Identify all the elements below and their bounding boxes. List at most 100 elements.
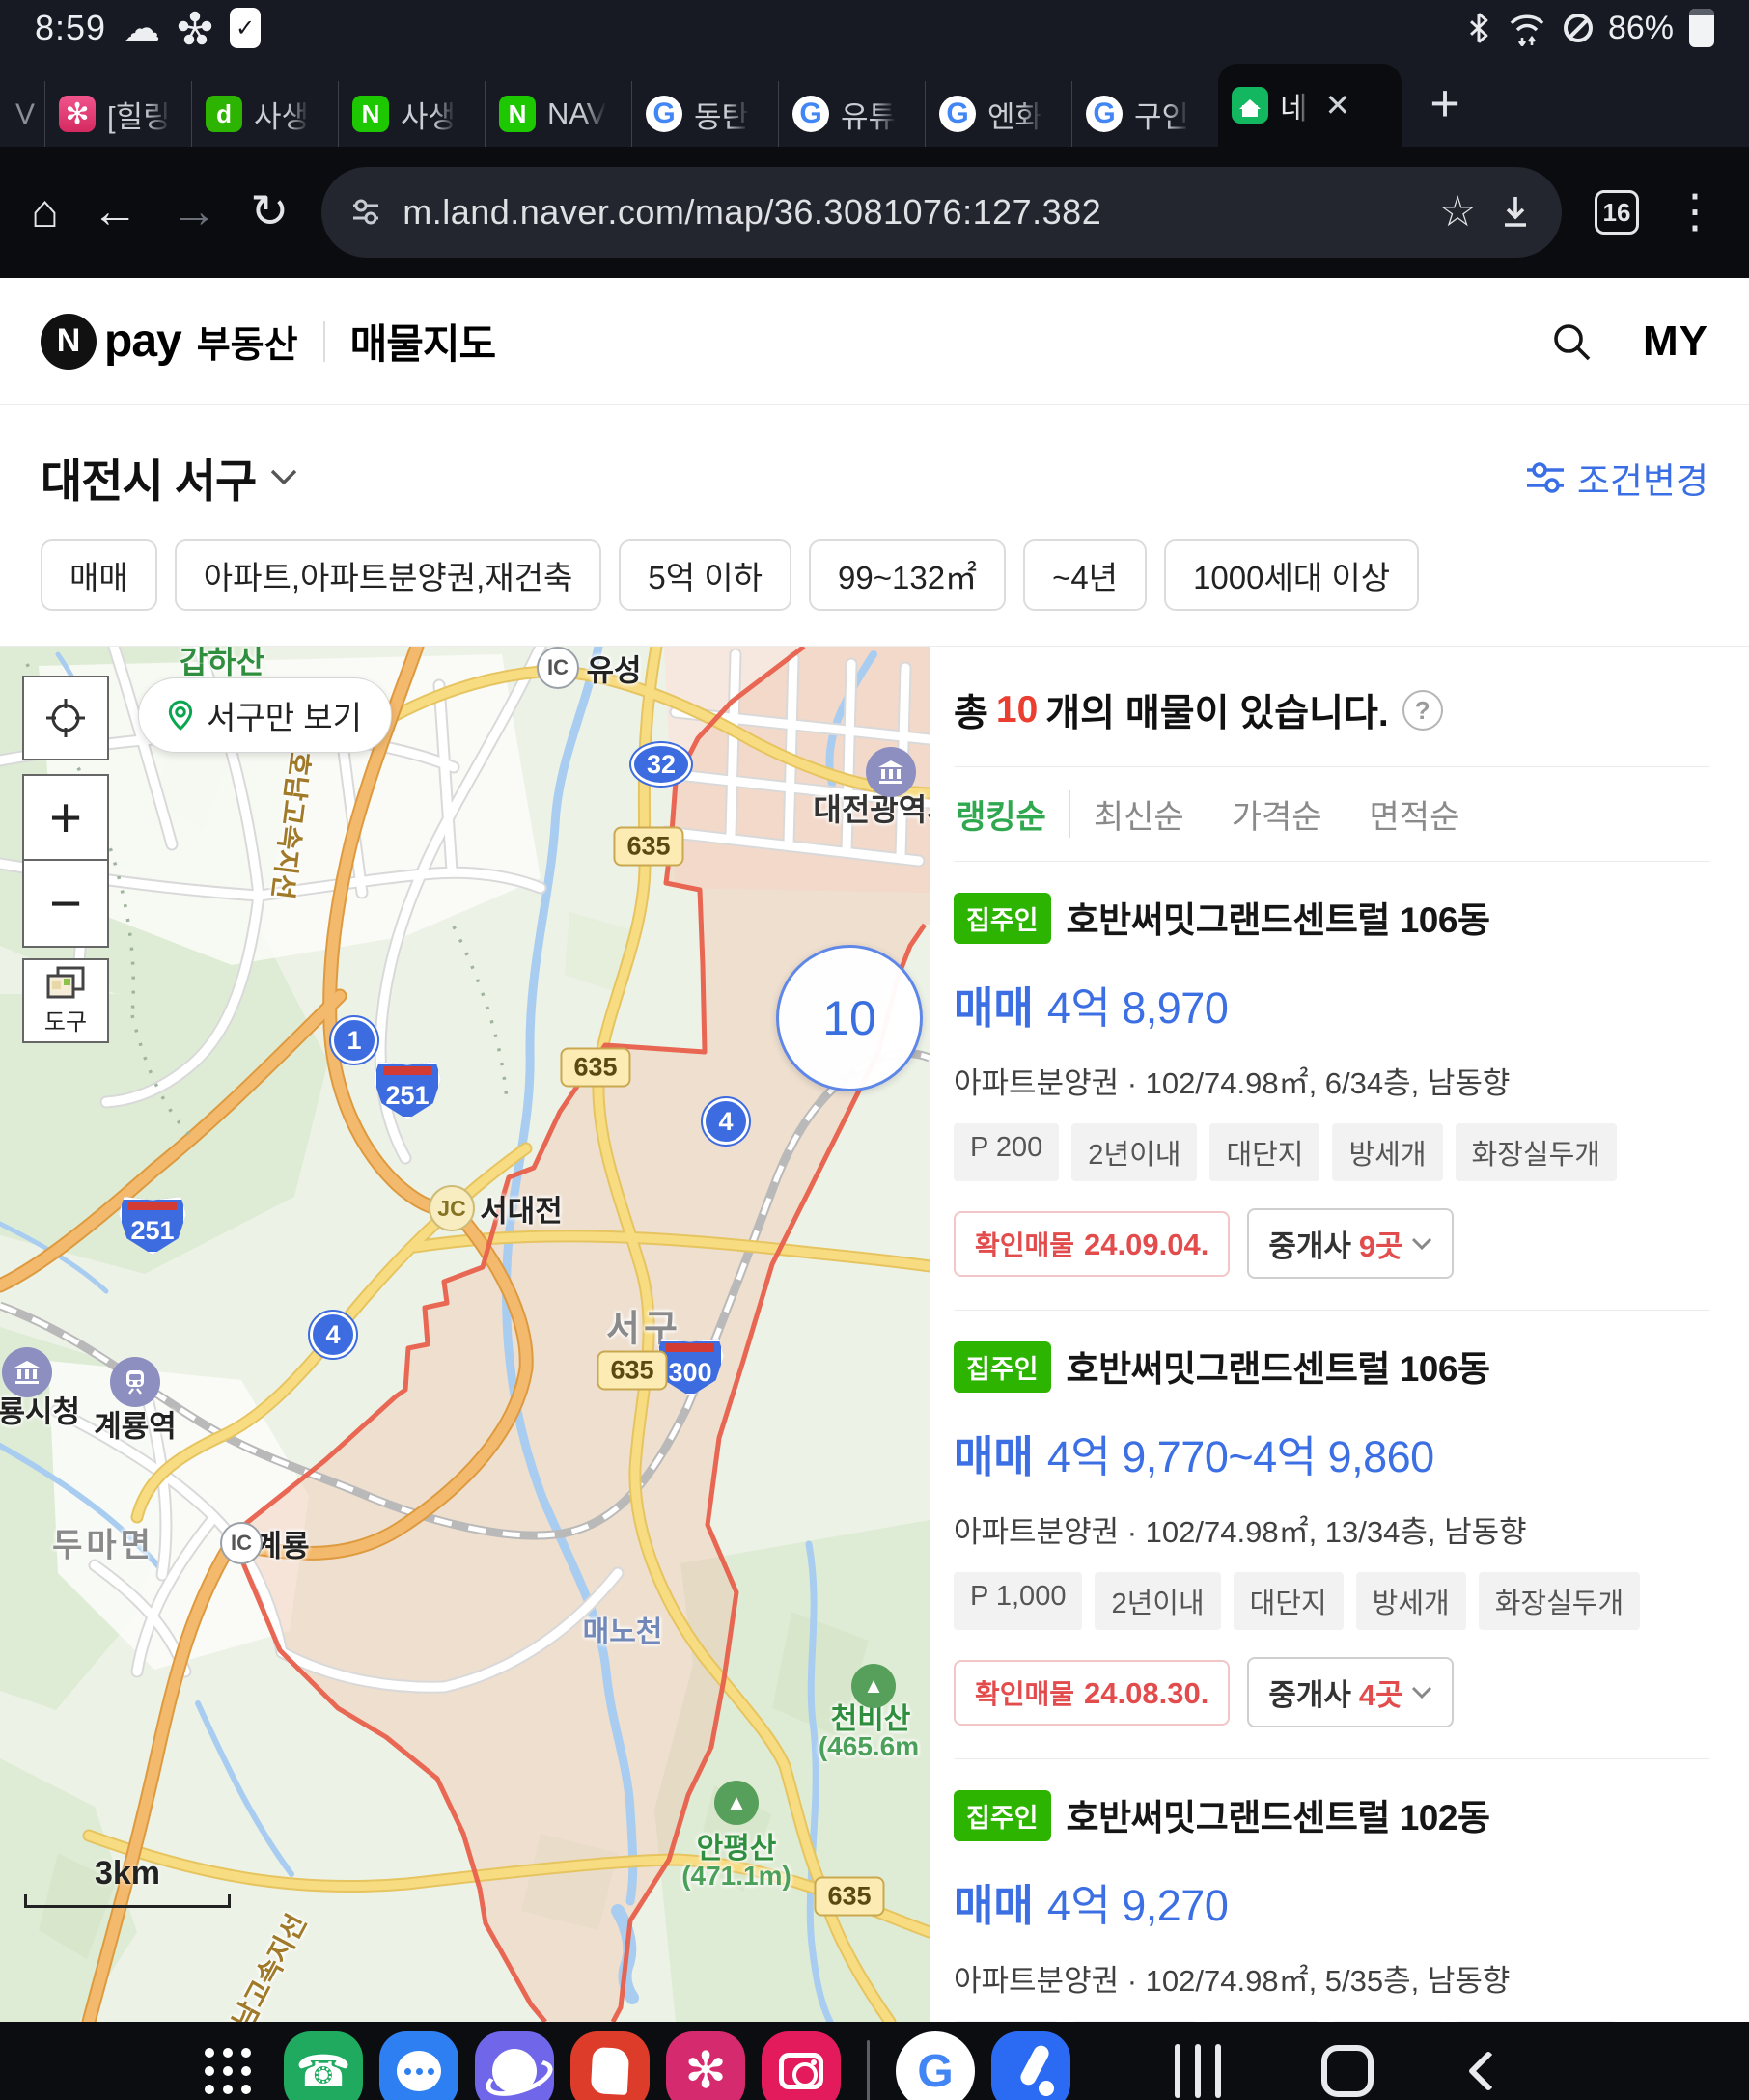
site-settings-icon[interactable] bbox=[350, 197, 381, 228]
home-icon[interactable]: ⌂ bbox=[31, 189, 59, 235]
browser-tab[interactable]: G엔화 bbox=[925, 81, 1071, 147]
recents-key[interactable] bbox=[1175, 2044, 1221, 2098]
listing-tag: 방세개 bbox=[1332, 2021, 1442, 2022]
tab-title: [힐링 bbox=[107, 93, 171, 136]
listing-tag: 대단지 bbox=[1209, 2021, 1319, 2022]
pay-wordmark[interactable]: pay bbox=[104, 315, 181, 368]
back-key[interactable] bbox=[1468, 2051, 1509, 2091]
naver-favicon-icon: N bbox=[352, 96, 389, 132]
map-scale: 3km bbox=[24, 1855, 231, 1908]
mountain-icon: ▲ bbox=[714, 1781, 759, 1825]
samsung-internet-app-icon[interactable] bbox=[475, 2031, 554, 2100]
price-row: 매매4억 9,270 bbox=[954, 1870, 1710, 1933]
menu-kebab-icon[interactable]: ⋮ bbox=[1672, 189, 1718, 235]
map-label: (465.6m bbox=[819, 1731, 919, 1762]
my-menu[interactable]: MY bbox=[1643, 318, 1708, 366]
reload-icon[interactable]: ↻ bbox=[250, 189, 289, 235]
zoom-out-button[interactable]: − bbox=[24, 861, 107, 946]
filter-change-button[interactable]: 조건변경 bbox=[1525, 452, 1708, 504]
sort-option[interactable]: 최신순 bbox=[1069, 790, 1208, 838]
listing-tag: 방세개 bbox=[1356, 1572, 1466, 1630]
camera-app-icon[interactable] bbox=[762, 2031, 841, 2100]
messages-app-icon[interactable] bbox=[379, 2031, 458, 2100]
filter-chip[interactable]: 1000세대 이상 bbox=[1164, 539, 1419, 611]
naver-land-favicon-icon bbox=[1232, 87, 1268, 124]
apps-grid-icon[interactable] bbox=[188, 2031, 267, 2100]
browser-tab[interactable]: N사생 bbox=[338, 81, 485, 147]
browser-tab[interactable]: ✻[힐링 bbox=[44, 81, 191, 147]
gallery-flower-app-icon[interactable]: ✻ bbox=[666, 2031, 745, 2100]
local-route-shield: 635 bbox=[814, 1877, 884, 1917]
agent-count-dropdown[interactable]: 중개사9곳 bbox=[1247, 1208, 1453, 1279]
search-icon[interactable] bbox=[1550, 320, 1593, 363]
tab-title: 네 bbox=[1280, 84, 1308, 127]
city-hall-icon bbox=[2, 1347, 52, 1397]
region-selector[interactable]: 대전시 서구 bbox=[41, 444, 256, 511]
page-title: 매물지도 bbox=[350, 312, 496, 371]
sliders-icon bbox=[1525, 459, 1566, 496]
listing-item[interactable]: 집주인호반써밋그랜드센트럴 106동매매4억 8,970아파트분양권 · 102… bbox=[954, 861, 1710, 1310]
district-only-button[interactable]: 서구만 보기 bbox=[138, 677, 392, 753]
filter-chip[interactable]: 아파트,아파트분양권,재건축 bbox=[175, 539, 602, 611]
filter-chip[interactable]: 매매 bbox=[41, 539, 157, 611]
current-location-button[interactable] bbox=[22, 676, 109, 760]
listing-item[interactable]: 집주인호반써밋그랜드센트럴 106동매매4억 9,770~4억 9,860아파트… bbox=[954, 1310, 1710, 1758]
listing-tag: 방세개 bbox=[1332, 1123, 1442, 1181]
filter-chip[interactable]: 99~132㎡ bbox=[809, 539, 1006, 611]
owner-badge: 집주인 bbox=[954, 1341, 1051, 1393]
map-label: (471.1m) bbox=[681, 1861, 791, 1892]
agent-count-dropdown[interactable]: 중개사4곳 bbox=[1247, 1657, 1453, 1727]
bookmark-star-icon[interactable]: ☆ bbox=[1439, 191, 1477, 234]
filter-chip[interactable]: ~4년 bbox=[1023, 539, 1147, 611]
help-icon[interactable]: ? bbox=[1402, 690, 1443, 731]
filter-change-label: 조건변경 bbox=[1577, 452, 1708, 504]
blue-slash-app-icon[interactable] bbox=[991, 2031, 1070, 2100]
chevron-down-icon[interactable] bbox=[269, 468, 298, 487]
zoom-in-button[interactable]: + bbox=[24, 776, 107, 861]
browser-tab[interactable]: G구인 bbox=[1071, 81, 1218, 147]
sort-option[interactable]: 가격순 bbox=[1208, 790, 1346, 838]
home-key[interactable] bbox=[1321, 2045, 1374, 2097]
route-shield-circle: 1 bbox=[331, 1017, 377, 1064]
red-app-icon[interactable] bbox=[570, 2031, 650, 2100]
url-text[interactable]: m.land.naver.com/map/36.3081076:127.382 bbox=[403, 192, 1417, 233]
tab-close-icon[interactable]: ✕ bbox=[1325, 87, 1351, 124]
back-icon[interactable]: ← bbox=[92, 189, 138, 235]
naver-logo[interactable]: N bbox=[41, 314, 97, 370]
google-app-icon[interactable]: G bbox=[896, 2031, 975, 2100]
listing-tags: P 2002년이내대단지방세개화장실두개 bbox=[954, 1123, 1710, 1181]
url-bar[interactable]: m.land.naver.com/map/36.3081076:127.382 … bbox=[321, 167, 1562, 258]
map-label: 매노천 bbox=[583, 1608, 663, 1650]
partial-tab[interactable]: V bbox=[6, 98, 44, 147]
browser-tab[interactable]: NNAV bbox=[485, 81, 631, 147]
tab-count-button[interactable]: 16 bbox=[1595, 190, 1639, 235]
browser-tab[interactable]: d사생 bbox=[191, 81, 338, 147]
phone-app-icon[interactable]: ☎ bbox=[284, 2031, 363, 2100]
active-browser-tab[interactable]: 네✕ bbox=[1218, 64, 1402, 147]
city-hall-icon bbox=[866, 747, 916, 797]
map-view[interactable]: 갑하산(468.7m)유성대전광역시서대전서구계룡시청계룡역두마면계룡매노천천비… bbox=[0, 647, 930, 2022]
naver-pay-header: N pay 부동산 매물지도 MY bbox=[0, 278, 1749, 405]
realestate-label[interactable]: 부동산 bbox=[197, 315, 298, 368]
map-tools-button[interactable]: 도구 bbox=[22, 958, 109, 1043]
scale-bar bbox=[24, 1894, 231, 1908]
filter-chip[interactable]: 5억 이하 bbox=[619, 539, 791, 611]
google-favicon-icon: G bbox=[646, 96, 682, 132]
map-canvas bbox=[0, 647, 930, 2022]
listing-item[interactable]: 집주인호반써밋그랜드센트럴 102동매매4억 9,270아파트분양권 · 102… bbox=[954, 1758, 1710, 2022]
sort-options: 랭킹순최신순가격순면적순 bbox=[954, 766, 1710, 861]
sort-option[interactable]: 면적순 bbox=[1346, 790, 1484, 838]
forward-icon[interactable]: → bbox=[171, 189, 217, 235]
do-not-disturb-icon bbox=[1564, 14, 1593, 42]
browser-tab[interactable]: G동탄 bbox=[631, 81, 778, 147]
sort-option[interactable]: 랭킹순 bbox=[956, 790, 1069, 838]
listing-tags: P 5002년이내대단지방세개화장실두개 bbox=[954, 2021, 1710, 2022]
download-icon[interactable] bbox=[1498, 193, 1533, 232]
listing-tag: 2년이내 bbox=[1071, 2021, 1197, 2022]
browser-tab[interactable]: G유튜 bbox=[778, 81, 925, 147]
new-tab-button[interactable]: + bbox=[1402, 73, 1488, 147]
listing-price: 4억 9,770~4억 9,860 bbox=[1047, 1432, 1434, 1481]
bluetooth-icon bbox=[1467, 12, 1490, 44]
listing-cluster-marker[interactable]: 10 bbox=[776, 945, 923, 1091]
listing-tag: 화장실두개 bbox=[1479, 1572, 1640, 1630]
